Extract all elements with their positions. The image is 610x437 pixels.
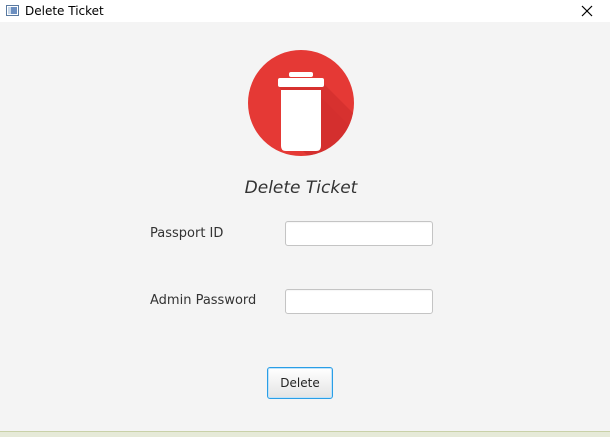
close-icon <box>581 5 593 17</box>
admin-password-input[interactable] <box>285 289 433 314</box>
delete-button[interactable]: Delete <box>267 367 333 399</box>
title-bar[interactable]: Delete Ticket <box>0 0 610 22</box>
page-title: Delete Ticket <box>244 178 358 198</box>
passport-id-label: Passport ID <box>150 226 224 241</box>
window-bottom-border <box>0 431 610 437</box>
java-app-icon <box>6 5 19 16</box>
passport-id-input[interactable] <box>285 221 433 246</box>
trash-icon <box>248 50 354 156</box>
delete-ticket-window: Delete Ticket Delete Ticket Passport ID … <box>0 0 610 437</box>
admin-password-label: Admin Password <box>150 293 257 308</box>
dialog-content: Delete Ticket Passport ID Admin Password… <box>0 22 610 431</box>
close-button[interactable] <box>564 0 610 22</box>
window-title: Delete Ticket <box>25 4 104 18</box>
